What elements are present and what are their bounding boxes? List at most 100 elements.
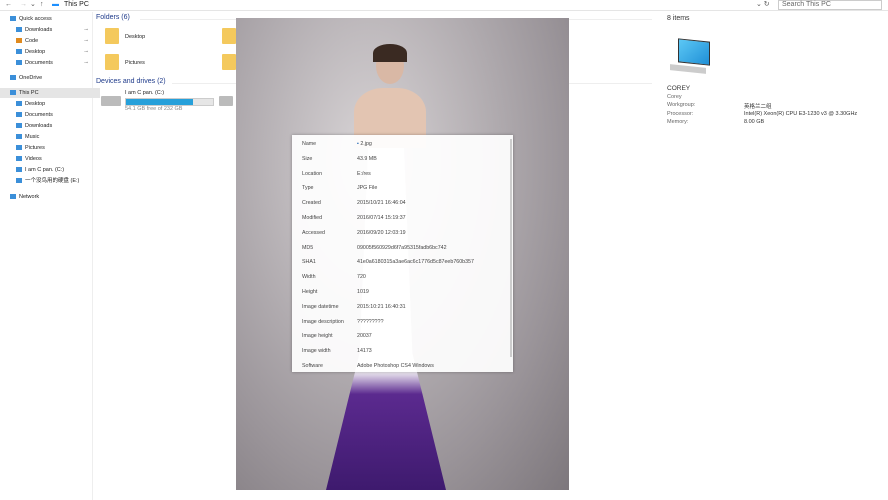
info-key: Width <box>302 274 316 281</box>
info-row: Location E:/res <box>302 170 371 177</box>
info-value: 41e0a6180315a3ae6ac6c1776d5c87eeb760b357 <box>357 259 474 266</box>
pin-icon[interactable]: ⊸ <box>84 36 88 46</box>
info-row: Width 720 <box>302 274 366 281</box>
download-icon <box>16 27 22 33</box>
address-bar: ← → ⌄ ↑ ▬ This PC ⌄ ↻ Search This PC <box>0 0 888 11</box>
search-input[interactable]: Search This PC <box>778 0 882 10</box>
sidebar-item[interactable]: I am C pan. (C:) <box>0 165 64 175</box>
info-value: 2016/07/14 15:19:37 <box>357 215 406 221</box>
sidebar-item[interactable]: Documents <box>0 110 53 120</box>
desktop-icon <box>16 101 22 107</box>
sidebar-item[interactable]: Network <box>0 192 39 202</box>
info-row: Image datetime 2015:10:21 16:40:31 <box>302 303 406 310</box>
refresh-button[interactable]: ⌄ ↻ <box>756 1 770 9</box>
sidebar-item[interactable]: Downloads <box>0 121 52 131</box>
sidebar-item-label: Desktop <box>25 49 46 55</box>
drives-header[interactable]: Devices and drives (2) <box>96 78 166 85</box>
info-key: Modified <box>302 215 323 221</box>
info-key: Image height <box>302 333 333 340</box>
computer-name: COREY <box>667 85 691 92</box>
info-row: Image description????????? <box>302 319 384 325</box>
sidebar-item-label: Music <box>25 134 40 140</box>
detail-label: Processor: <box>667 110 694 117</box>
sidebar-item[interactable]: Videos <box>0 154 42 164</box>
scrollbar[interactable] <box>510 139 512 357</box>
info-value: 2015:10:21 16:40:31 <box>357 303 406 310</box>
folders-header[interactable]: Folders (6) <box>96 14 130 21</box>
up-button[interactable]: ↑ <box>40 1 44 9</box>
info-value: 2015/10/21 16:46:04 <box>357 200 406 207</box>
info-value: 720 <box>357 274 366 281</box>
sidebar-item[interactable]: Code ⊸ <box>0 36 88 46</box>
folder-icon <box>16 38 22 44</box>
sidebar-item[interactable]: OneDrive <box>0 73 42 83</box>
info-row: Software Adobe Photoshop CS4 Windows <box>302 363 434 369</box>
network-icon <box>10 194 16 200</box>
sidebar-item[interactable]: Quick access <box>0 14 52 24</box>
navigation-pane: Quick access Downloads ⊸ Code ⊸ Desktop ⊸ Docum… <box>0 12 100 500</box>
pin-icon[interactable]: ⊸ <box>84 47 88 57</box>
breadcrumb[interactable]: This PC <box>64 1 89 9</box>
sidebar-item[interactable]: This PC <box>0 88 100 98</box>
sidebar-item-label: Pictures <box>25 145 45 151</box>
info-key: Location <box>302 170 323 177</box>
folder-icon <box>105 54 119 70</box>
info-row: Image width 14173 <box>302 348 372 354</box>
detail-value: 8.00 GB <box>744 119 765 125</box>
computer-icon <box>678 38 710 66</box>
info-value: ▪ 2.jpg <box>357 141 372 147</box>
sidebar-item[interactable]: Pictures <box>0 143 45 153</box>
sidebar-item-label: OneDrive <box>19 75 43 81</box>
drive-icon <box>16 178 22 184</box>
info-key: Height <box>302 289 318 295</box>
sidebar-item-label: Downloads <box>25 123 53 129</box>
info-row: Modified 2016/07/14 15:19:37 <box>302 215 406 221</box>
sidebar-item[interactable]: Desktop <box>0 99 45 109</box>
computer-icon <box>10 90 16 96</box>
sidebar-item-label: Code <box>25 38 39 44</box>
sidebar-item[interactable]: 一个没鸟用的硬盘 (E:) <box>0 176 79 186</box>
pin-icon[interactable]: ⊸ <box>84 25 88 35</box>
folder-desktop[interactable]: Desktop <box>125 34 145 40</box>
info-value: 20037 <box>357 333 372 340</box>
info-row: SHA1 41e0a6180315a3ae6ac6c1776d5c87eeb760… <box>302 259 474 266</box>
info-value: 43.9 MB <box>357 155 377 162</box>
sidebar-item-label: This PC <box>19 90 39 96</box>
pin-icon[interactable]: ⊸ <box>84 58 88 68</box>
back-button[interactable]: ← <box>5 1 12 9</box>
info-row: Accessed 2016/09/20 12:03:19 <box>302 230 406 236</box>
recent-dropdown-icon[interactable]: ⌄ <box>30 1 36 9</box>
drive-free-space: 54.1 GB free of 232 GB <box>125 106 183 112</box>
forward-button[interactable]: → <box>20 1 27 9</box>
music-icon <box>16 134 22 140</box>
info-key: Software <box>302 363 323 369</box>
info-row: Height 1019 <box>302 289 369 295</box>
detail-label: Memory: <box>667 119 689 125</box>
sidebar-item[interactable]: Music <box>0 132 39 142</box>
drive-usage-bar <box>125 98 214 106</box>
sidebar-item-label: 一个没鸟用的硬盘 (E:) <box>25 178 80 184</box>
sidebar-item[interactable]: Documents ⊸ <box>0 58 88 68</box>
download-icon <box>16 123 22 129</box>
folder-pictures[interactable]: Pictures <box>125 60 145 66</box>
star-icon <box>10 16 16 22</box>
sidebar-item[interactable]: Downloads ⊸ <box>0 25 88 35</box>
info-key: Image datetime <box>302 303 339 310</box>
info-value: ????????? <box>357 318 384 325</box>
sidebar-item-label: I am C pan. (C:) <box>25 167 65 173</box>
info-row: Size 43.9 MB <box>302 156 377 162</box>
info-row: Created 2015/10/21 16:46:04 <box>302 200 406 207</box>
drive-icon <box>219 96 233 106</box>
info-value: JPG File <box>357 185 378 192</box>
info-key: SHA1 <box>302 259 316 266</box>
info-row: Image height 20037 <box>302 333 372 340</box>
drive-c-label[interactable]: I am C pan. (C:) <box>125 90 164 96</box>
video-icon <box>16 156 22 162</box>
info-key: Created <box>302 200 321 207</box>
info-value: 2016/09/20 12:03:19 <box>357 229 406 236</box>
desktop-icon <box>16 49 22 55</box>
info-row: MD5 09005f560929d6f7a95315fadb6bc742 <box>302 245 447 251</box>
user-name: Corey <box>667 94 682 100</box>
item-count: 8 items <box>667 15 690 22</box>
sidebar-item[interactable]: Desktop ⊸ <box>0 47 88 57</box>
